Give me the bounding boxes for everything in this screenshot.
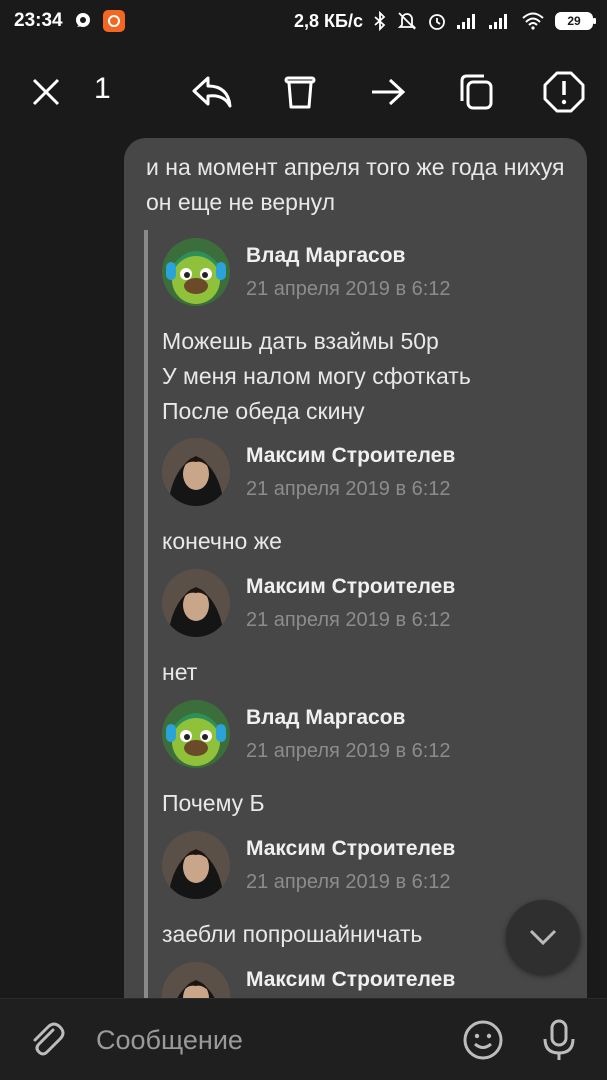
app-notification-icon <box>102 10 125 32</box>
chat-notification-icon <box>73 11 93 31</box>
author-name[interactable]: Максим Строителев <box>246 575 455 599</box>
selected-count: 1 <box>94 72 111 105</box>
scroll-down-button[interactable] <box>506 900 580 974</box>
message-date: 21 апреля 2019 в 6:12 <box>246 740 451 762</box>
network-speed: 2,8 КБ/с <box>294 10 363 31</box>
battery-icon: 29 <box>555 12 596 30</box>
selection-toolbar: 1 <box>0 42 607 142</box>
alarm-icon <box>427 11 447 31</box>
microphone-icon[interactable] <box>536 1017 582 1063</box>
forwarded-text: нет <box>162 659 198 685</box>
message-composer: Сообщение <box>0 998 607 1080</box>
forwarded-text: Почему Б <box>162 790 265 816</box>
message-bubble[interactable]: и на момент апреля того же года нихуя он… <box>124 138 587 1000</box>
avatar[interactable] <box>162 700 230 768</box>
avatar[interactable] <box>162 962 230 1000</box>
close-icon[interactable] <box>20 66 72 118</box>
copy-icon[interactable] <box>450 66 502 118</box>
message-date: 21 апреля 2019 в 6:12 <box>246 609 451 631</box>
author-name[interactable]: Максим Строителев <box>246 837 455 861</box>
message-date: 21 апреля 2019 в 6:12 <box>246 278 451 300</box>
avatar[interactable] <box>162 438 230 506</box>
emoji-icon[interactable] <box>460 1017 506 1063</box>
avatar[interactable] <box>162 831 230 899</box>
author-name[interactable]: Максим Строителев <box>246 968 455 992</box>
report-icon[interactable] <box>538 66 590 118</box>
author-name[interactable]: Максим Строителев <box>246 444 455 468</box>
forward-icon[interactable] <box>362 66 414 118</box>
avatar[interactable] <box>162 238 230 306</box>
message-text: и на момент апреля того же года нихуя он… <box>146 154 565 215</box>
delete-icon[interactable] <box>274 66 326 118</box>
signal-icon <box>457 13 479 29</box>
chevron-down-icon <box>529 929 557 946</box>
status-bar: 23:34 2,8 КБ/с 29 <box>0 0 607 42</box>
message-input[interactable]: Сообщение <box>96 1025 243 1056</box>
author-name[interactable]: Влад Маргасов <box>246 706 405 730</box>
wifi-icon <box>521 12 545 30</box>
author-name[interactable]: Влад Маргасов <box>246 244 405 268</box>
mute-icon <box>397 11 417 31</box>
avatar[interactable] <box>162 569 230 637</box>
message-date: 21 апреля 2019 в 6:12 <box>246 478 451 500</box>
bluetooth-icon <box>373 11 387 31</box>
forwarded-text: Можешь дать взаймы 50р У меня налом могу… <box>162 328 471 424</box>
signal-icon <box>489 13 511 29</box>
reply-icon[interactable] <box>186 66 238 118</box>
message-date: 21 апреля 2019 в 6:12 <box>246 871 451 893</box>
status-time: 23:34 <box>14 10 63 31</box>
forwarded-text: конечно же <box>162 528 282 554</box>
forward-quote-bar <box>144 230 148 1000</box>
attach-icon[interactable] <box>24 1017 70 1063</box>
